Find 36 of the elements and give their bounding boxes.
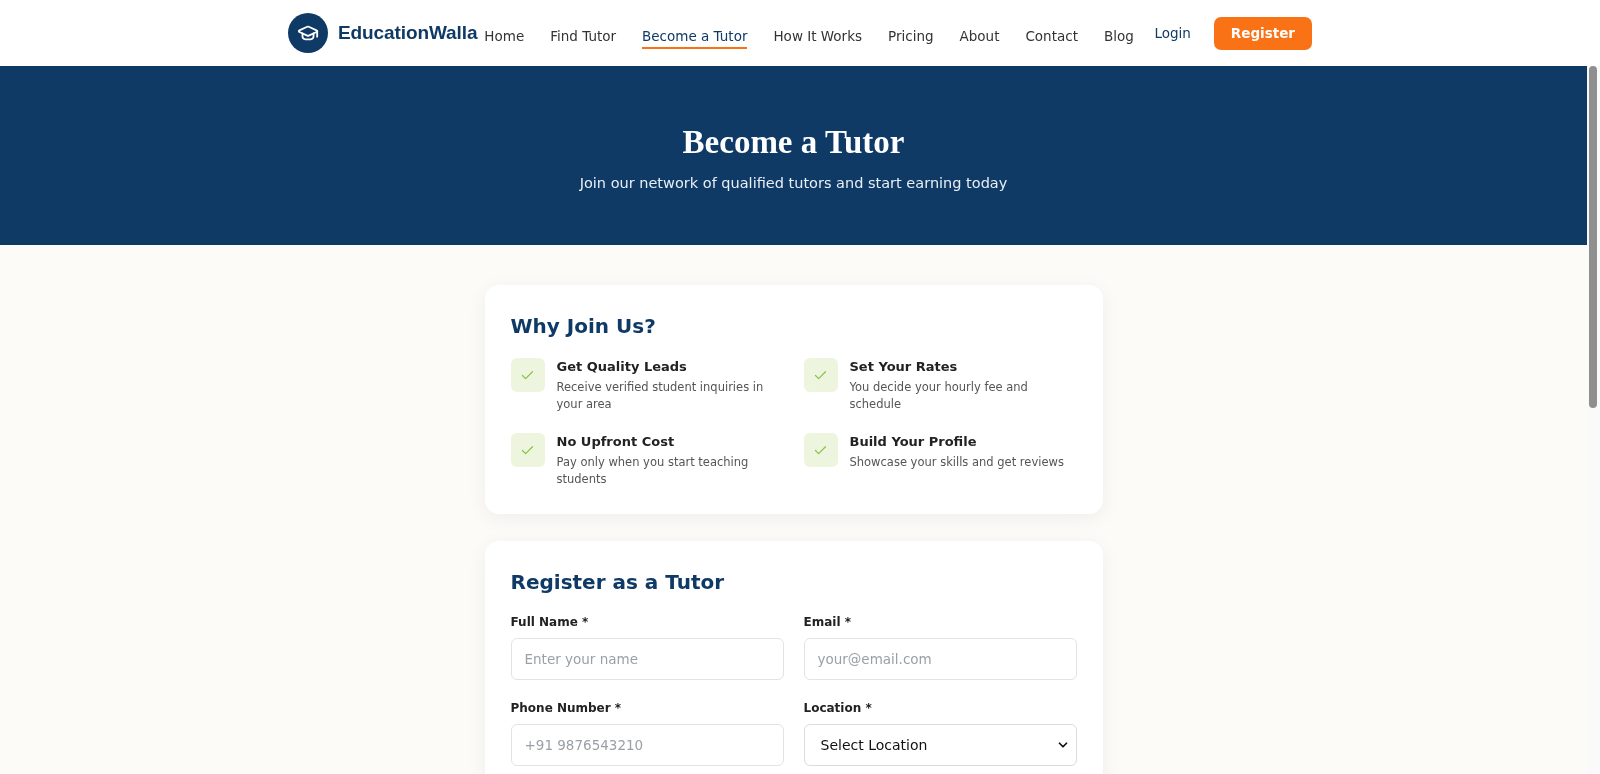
check-icon <box>803 358 838 392</box>
card-title: Why Join Us? <box>510 313 657 339</box>
benefit-description: Receive verified student inquiries in your area <box>556 379 765 412</box>
hero-title: Become a Tutor <box>682 124 905 161</box>
benefit-description: Showcase your skills and get reviews <box>849 454 1065 471</box>
card-title: Register as a Tutor <box>510 569 726 595</box>
field-label: Email * <box>803 614 852 630</box>
benefit-title: Get Quality Leads <box>556 358 688 376</box>
input-field[interactable]: Enter your name <box>510 638 784 680</box>
nav-link[interactable]: Pricing <box>888 23 934 49</box>
input-field[interactable]: your@email.com <box>803 638 1077 680</box>
nav-link[interactable]: About <box>959 23 1000 49</box>
benefit-title: Set Your Rates <box>849 358 959 376</box>
nav-link[interactable]: Contact <box>1025 23 1078 49</box>
check-icon <box>510 358 545 392</box>
check-icon <box>510 433 545 467</box>
location-select[interactable]: Select Location <box>803 724 1077 766</box>
nav-link[interactable]: Blog <box>1103 23 1134 49</box>
field-label: Full Name * <box>510 614 590 630</box>
check-icon <box>803 433 838 467</box>
nav-link[interactable]: Home <box>484 23 525 49</box>
benefit-description: Pay only when you start teaching students <box>556 454 750 487</box>
scrollbar-thumb[interactable] <box>1589 66 1597 408</box>
field-label: Location * <box>803 700 873 716</box>
field-label: Phone Number * <box>510 700 623 716</box>
benefit-title: Build Your Profile <box>849 433 978 451</box>
nav-link[interactable]: How It Works <box>773 23 862 49</box>
login-link[interactable]: Login <box>1154 25 1191 41</box>
input-field[interactable]: +91 9876543210 <box>510 724 784 766</box>
nav-link[interactable]: Become a Tutor <box>642 23 748 49</box>
benefit-description: You decide your hourly fee and schedule <box>849 379 1029 412</box>
brand-name[interactable]: EducationWalla <box>338 22 478 44</box>
nav-link[interactable]: Find Tutor <box>550 23 617 49</box>
graduation-cap-icon[interactable] <box>288 13 328 53</box>
benefit-title: No Upfront Cost <box>556 433 676 451</box>
hero-subtitle: Join our network of qualified tutors and start earning today <box>579 175 1008 191</box>
